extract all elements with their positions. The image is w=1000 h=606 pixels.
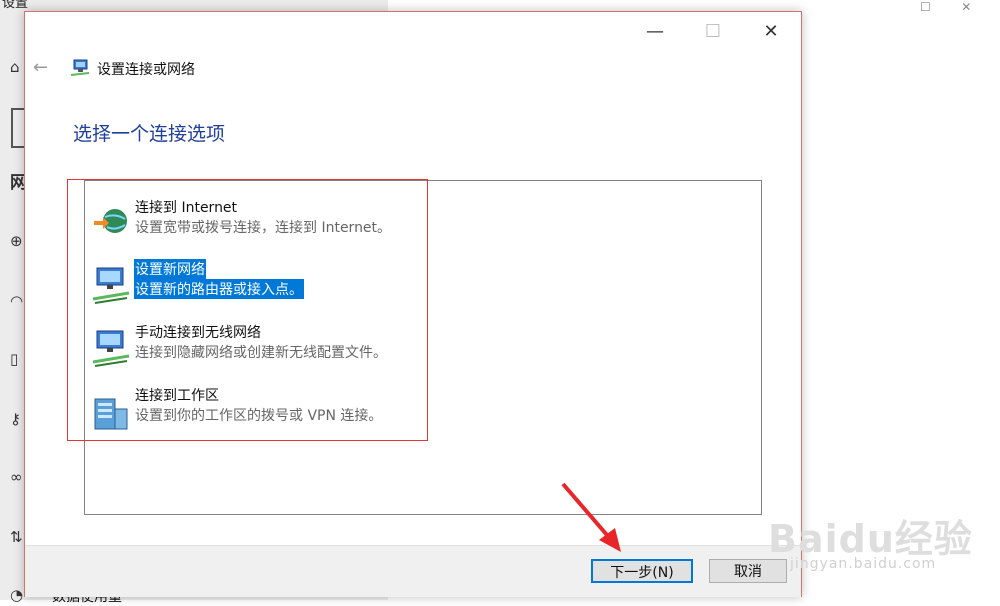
watermark-url: jingyan.baidu.com — [790, 556, 937, 572]
setup-connection-dialog: — ☐ ✕ ← 设置连接或网络 选择一个连接选项 连接到 Internet 设置… — [24, 11, 802, 597]
next-button[interactable]: 下一步(N) — [591, 559, 693, 583]
back-button[interactable]: ← — [33, 57, 48, 78]
annotation-arrow — [561, 482, 621, 552]
annotation-highlight-box — [67, 179, 428, 441]
network-setup-icon — [70, 59, 90, 76]
dialog-footer: 下一步(N) 取消 — [25, 545, 801, 597]
dialog-title: 设置连接或网络 — [97, 62, 195, 78]
background-window-title: 设置 — [2, 0, 29, 11]
watermark-logo-text: Baidu经验 — [768, 517, 973, 561]
background-caption-buttons: ☐ ✕ — [920, 0, 971, 14]
close-button[interactable]: ✕ — [751, 20, 791, 44]
minimize-button[interactable]: — — [635, 20, 675, 44]
background-maximize-icon: ☐ — [920, 0, 931, 14]
background-close-icon: ✕ — [961, 0, 972, 14]
maximize-button[interactable]: ☐ — [693, 20, 733, 44]
baidu-watermark: Baidu经验 jingyan.baidu.com — [760, 488, 1000, 583]
page-heading: 选择一个连接选项 — [73, 123, 226, 145]
